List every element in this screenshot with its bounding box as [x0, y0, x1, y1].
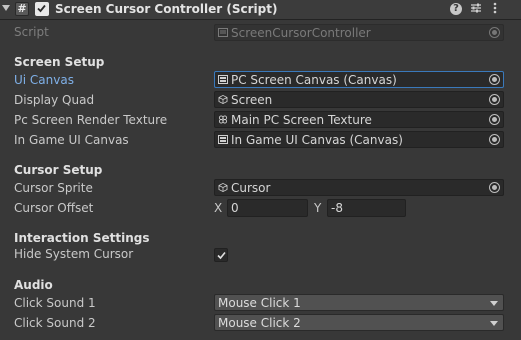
canvas-icon	[218, 135, 228, 144]
ui-canvas-field[interactable]: PC Screen Canvas (Canvas)	[214, 71, 504, 88]
ui-canvas-label: Ui Canvas	[14, 73, 74, 87]
presets-icon[interactable]	[469, 2, 483, 16]
cursor-sprite-label: Cursor Sprite	[14, 181, 93, 195]
cursor-sprite-field[interactable]: Cursor	[214, 179, 504, 196]
object-picker-icon[interactable]	[489, 114, 500, 125]
display-quad-value: Screen	[231, 93, 273, 107]
in-game-ui-canvas-label: In Game UI Canvas	[14, 133, 129, 147]
hide-system-cursor-label: Hide System Cursor	[14, 247, 134, 261]
foldout-arrow-icon[interactable]	[2, 5, 10, 11]
ui-canvas-value: PC Screen Canvas (Canvas)	[231, 73, 397, 87]
display-quad-field[interactable]: Screen	[214, 91, 504, 108]
click-sound-2-value: Mouse Click 2	[218, 316, 301, 330]
interaction-settings-heading: Interaction Settings	[14, 231, 150, 245]
click-sound-2-dropdown[interactable]: Mouse Click 2	[214, 314, 504, 331]
object-picker-icon[interactable]	[489, 134, 500, 145]
render-texture-value: Main PC Screen Texture	[231, 113, 372, 127]
display-quad-label: Display Quad	[14, 93, 95, 107]
canvas-icon	[218, 75, 228, 84]
help-icon[interactable]: ?	[450, 3, 462, 15]
object-picker-icon[interactable]	[489, 94, 500, 105]
offset-y-value: -8	[331, 201, 343, 215]
script-icon: #	[15, 2, 29, 16]
click-sound-1-label: Click Sound 1	[14, 296, 96, 310]
click-sound-1-dropdown[interactable]: Mouse Click 1	[214, 294, 504, 311]
component-title: Screen Cursor Controller (Script)	[55, 2, 278, 16]
script-file-icon	[218, 28, 228, 37]
cursor-setup-heading: Cursor Setup	[14, 163, 103, 177]
render-texture-icon	[218, 115, 228, 124]
component-header[interactable]: # Screen Cursor Controller (Script) ?	[0, 0, 521, 20]
script-label: Script	[14, 25, 49, 39]
script-field[interactable]: ScreenCursorController	[214, 24, 504, 41]
gameobject-icon	[218, 95, 228, 104]
render-texture-label: Pc Screen Render Texture	[14, 113, 168, 127]
chevron-down-icon	[490, 301, 498, 306]
object-picker-icon[interactable]	[489, 74, 500, 85]
cursor-offset-label: Cursor Offset	[14, 201, 94, 215]
more-icon[interactable]	[488, 2, 502, 16]
object-picker-icon[interactable]	[489, 182, 500, 193]
offset-y-input[interactable]: -8	[327, 199, 406, 217]
render-texture-field[interactable]: Main PC Screen Texture	[214, 111, 504, 128]
click-sound-2-label: Click Sound 2	[14, 316, 96, 330]
offset-x-input[interactable]: 0	[227, 199, 308, 217]
object-picker-icon[interactable]	[489, 27, 500, 38]
offset-x-value: 0	[231, 201, 239, 215]
audio-heading: Audio	[14, 278, 53, 292]
cursor-sprite-value: Cursor	[231, 181, 271, 195]
screen-setup-heading: Screen Setup	[14, 55, 105, 69]
component-enabled-checkbox[interactable]	[35, 2, 49, 16]
hide-system-cursor-checkbox[interactable]	[214, 248, 228, 262]
checkmark-icon	[217, 251, 226, 260]
y-axis-label[interactable]: Y	[314, 201, 321, 215]
chevron-down-icon	[490, 321, 498, 326]
x-axis-label[interactable]: X	[214, 201, 222, 215]
checkmark-icon	[37, 4, 46, 13]
in-game-ui-canvas-value: In Game UI Canvas (Canvas)	[231, 133, 403, 147]
click-sound-1-value: Mouse Click 1	[218, 296, 301, 310]
in-game-ui-canvas-field[interactable]: In Game UI Canvas (Canvas)	[214, 131, 504, 148]
script-value: ScreenCursorController	[231, 26, 371, 40]
gameobject-icon	[218, 183, 228, 192]
